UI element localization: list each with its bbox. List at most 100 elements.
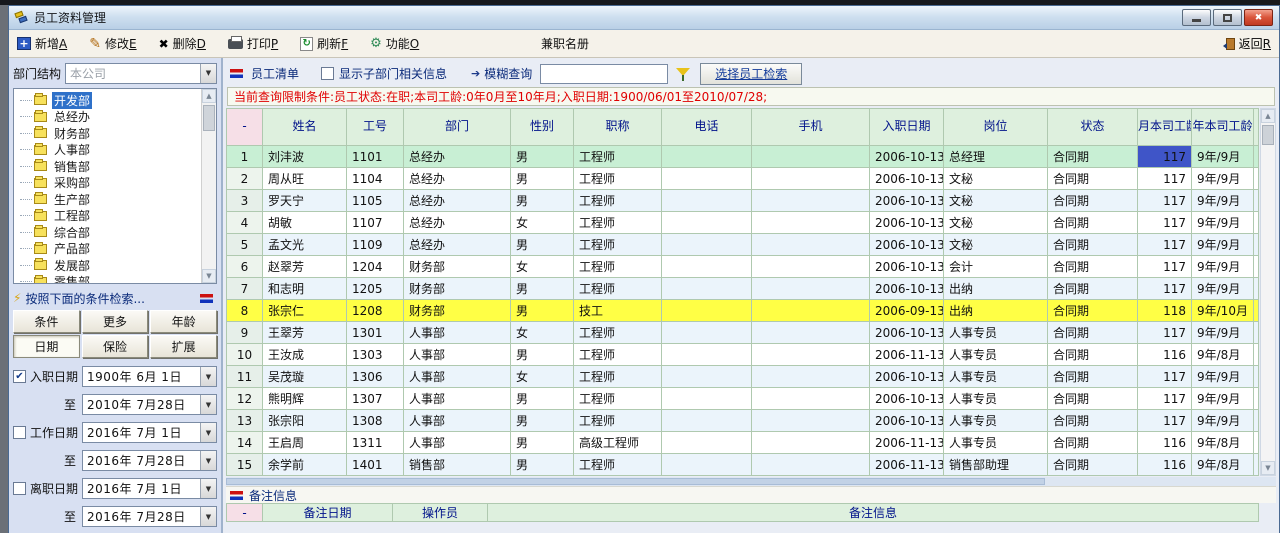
chevron-down-icon[interactable]: ▼ [200,367,216,386]
tree-connector [20,116,32,117]
filter-header: ⚡ 按照下面的条件检索... [13,288,217,308]
filter-funnel-icon[interactable] [676,67,690,81]
return-button[interactable]: 返回R [1226,35,1271,52]
unchecked-checkbox[interactable] [13,426,26,439]
column-header-工号[interactable]: 工号 [347,109,404,146]
cell: 工程师 [574,322,662,344]
date-combobox[interactable]: 2016年 7月 1日▼ [82,422,217,443]
column-header--[interactable]: - [227,109,263,146]
column-header-手机[interactable]: 手机 [752,109,870,146]
tree-item-总经办[interactable]: 总经办 [20,109,216,126]
filter-button-保险[interactable]: 保险 [82,335,149,358]
date-combobox[interactable]: 2016年 7月28日▼ [82,450,217,471]
tree-item-工程部[interactable]: 工程部 [20,208,216,225]
column-header-电话[interactable]: 电话 [662,109,752,146]
table-row[interactable]: 14王启周1311人事部男高级工程师2006-11-13人事专员合同期1169年… [227,432,1259,454]
table-row[interactable]: 10王汝成1303人事部男工程师2006-11-13人事专员合同期1169年/8… [227,344,1259,366]
chevron-down-icon[interactable]: ▼ [200,479,216,498]
scrollbar-thumb[interactable] [203,105,215,131]
tree-item-发展部[interactable]: 发展部 [20,257,216,274]
part-time-roster-label[interactable]: 兼职名册 [541,35,589,52]
column-header-状态[interactable]: 状态 [1048,109,1138,146]
column-header-岗位[interactable]: 岗位 [944,109,1048,146]
tree-scrollbar[interactable]: ▲ ▼ [201,89,216,283]
table-row[interactable]: 9王翠芳1301人事部女工程师2006-10-13人事专员合同期1179年/9月 [227,322,1259,344]
unchecked-checkbox[interactable] [13,482,26,495]
column-header-月本司工龄[interactable]: 月本司工龄 [1138,109,1192,146]
cell: 116 [1138,432,1192,454]
scroll-up-icon[interactable]: ▲ [202,89,216,103]
table-row[interactable]: 2周从旺1104总经办男工程师2006-10-13文秘合同期1179年/9月 [227,168,1259,190]
scroll-down-icon[interactable]: ▼ [1261,461,1275,475]
table-row[interactable]: 8张宗仁1208财务部男技工2006-09-13出纳合同期1189年/10月 [227,300,1259,322]
filter-button-扩展[interactable]: 扩展 [150,335,217,358]
minimize-button[interactable] [1182,9,1211,26]
employee-table[interactable]: -姓名工号部门性别职称电话手机入职日期岗位状态月本司工龄年本司工龄1刘沣波110… [226,108,1259,476]
filter-button-更多[interactable]: 更多 [82,310,149,333]
tree-item-综合部[interactable]: 综合部 [20,224,216,241]
chevron-down-icon[interactable]: ▼ [200,64,216,83]
column-header-性别[interactable]: 性别 [511,109,574,146]
table-row[interactable]: 4胡敏1107总经办女工程师2006-10-13文秘合同期1179年/9月 [227,212,1259,234]
scroll-up-icon[interactable]: ▲ [1261,109,1275,123]
scroll-down-icon[interactable]: ▼ [202,269,216,283]
tree-item-产品部[interactable]: 产品部 [20,241,216,258]
grid-vertical-scrollbar[interactable]: ▲ ▼ [1260,108,1276,476]
cell: 2006-10-13 [870,410,944,432]
column-header-姓名[interactable]: 姓名 [263,109,347,146]
scrollbar-thumb[interactable] [226,478,1045,485]
return-accel: R [1263,37,1271,51]
date-combobox[interactable]: 2010年 7月28日▼ [82,394,217,415]
company-select[interactable]: 本公司 ▼ [65,63,217,84]
tree-item-财务部[interactable]: 财务部 [20,125,216,142]
show-sub-dept-label[interactable]: 显示子部门相关信息 [339,65,447,82]
chevron-down-icon[interactable]: ▼ [200,423,216,442]
chevron-down-icon[interactable]: ▼ [200,451,216,470]
date-combobox[interactable]: 2016年 7月28日▼ [82,506,217,527]
scrollbar-thumb[interactable] [1262,125,1274,145]
column-header-filler[interactable] [1254,109,1259,146]
tree-item-采购部[interactable]: 采购部 [20,175,216,192]
show-sub-dept-checkbox[interactable] [321,67,334,80]
tree-item-开发部[interactable]: 开发部 [20,92,216,109]
table-row[interactable]: 12熊明辉1307人事部男工程师2006-10-13人事专员合同期1179年/9… [227,388,1259,410]
filter-button-日期[interactable]: 日期 [13,335,80,358]
checked-checkbox[interactable]: ✔ [13,370,26,383]
date-combobox[interactable]: 2016年 7月 1日▼ [82,478,217,499]
folder-icon [34,244,47,254]
column-header-入职日期[interactable]: 入职日期 [870,109,944,146]
grid-horizontal-scrollbar[interactable] [226,477,1276,486]
filter-header-label: 按照下面的条件检索... [25,290,144,307]
column-header-部门[interactable]: 部门 [404,109,511,146]
fuzzy-query-input[interactable] [540,64,668,84]
table-row[interactable]: 1刘沣波1101总经办男工程师2006-10-13总经理合同期1179年/9月 [227,146,1259,168]
chevron-down-icon[interactable]: ▼ [200,395,216,414]
table-row[interactable]: 15余学前1401销售部男工程师2006-11-13销售部助理合同期1169年/… [227,454,1259,476]
maximize-button[interactable] [1213,9,1242,26]
toolbar-button-delete[interactable]: ✖删除D [159,35,206,52]
toolbar-button-func[interactable]: ⚙功能O [370,35,419,52]
date-combobox[interactable]: 1900年 6月 1日▼ [82,366,217,387]
table-row[interactable]: 11吴茂璇1306人事部女工程师2006-10-13人事专员合同期1179年/9… [227,366,1259,388]
table-row[interactable]: 3罗天宁1105总经办男工程师2006-10-13文秘合同期1179年/9月 [227,190,1259,212]
tree-item-人事部[interactable]: 人事部 [20,142,216,159]
toolbar-button-edit[interactable]: ✎修改E [89,35,136,52]
table-row[interactable]: 5孟文光1109总经办男工程师2006-10-13文秘合同期1179年/9月 [227,234,1259,256]
toolbar-button-add[interactable]: +新增A [17,35,67,52]
table-row[interactable]: 6赵翠芳1204财务部女工程师2006-10-13会计合同期1179年/9月 [227,256,1259,278]
toolbar-button-refresh[interactable]: ↻刷新F [300,35,348,52]
select-employee-search-button[interactable]: 选择员工检索 [700,63,802,85]
column-header-职称[interactable]: 职称 [574,109,662,146]
tree-item-生产部[interactable]: 生产部 [20,191,216,208]
filter-button-条件[interactable]: 条件 [13,310,80,333]
filter-button-年龄[interactable]: 年龄 [150,310,217,333]
close-button[interactable]: ✖ [1244,9,1273,26]
table-row[interactable]: 7和志明1205财务部男工程师2006-10-13出纳合同期1179年/9月 [227,278,1259,300]
chevron-down-icon[interactable]: ▼ [200,507,216,526]
tree-item-销售部[interactable]: 销售部 [20,158,216,175]
column-header-年本司工龄[interactable]: 年本司工龄 [1192,109,1254,146]
cell: 1107 [347,212,404,234]
table-row[interactable]: 13张宗阳1308人事部男工程师2006-10-13人事专员合同期1179年/9… [227,410,1259,432]
tree-item-零售部[interactable]: 零售部 [20,274,216,285]
toolbar-button-print[interactable]: 打印P [228,35,278,52]
